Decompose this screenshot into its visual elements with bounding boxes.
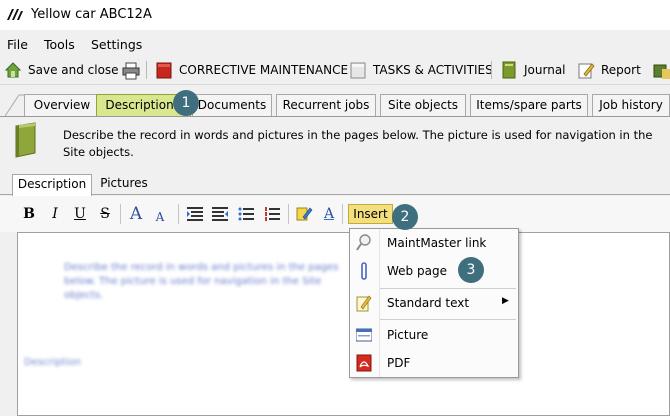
report-pencil-icon — [578, 63, 595, 79]
bold-button[interactable]: B — [20, 205, 38, 223]
highlight-color-icon[interactable] — [295, 205, 313, 223]
subtab-pictures[interactable]: Pictures — [94, 174, 154, 195]
printer-icon[interactable] — [122, 62, 140, 80]
tab-job-history[interactable]: Job history — [592, 94, 670, 116]
description-hint-text: Describe the record in words and picture… — [63, 128, 653, 159]
standard-text-icon — [356, 295, 372, 312]
menu-tools[interactable]: Tools — [44, 37, 75, 52]
insert-button[interactable]: Insert — [348, 204, 393, 224]
description-subtabs: Description Pictures — [0, 172, 670, 196]
insert-picture[interactable]: Picture — [350, 322, 518, 348]
menu-separator — [380, 319, 516, 320]
shrink-font-button[interactable]: A — [151, 208, 169, 226]
step-badge-3: 3 — [458, 257, 484, 283]
menu-settings[interactable]: Settings — [91, 37, 142, 52]
menu-separator — [380, 288, 516, 289]
tab-overview[interactable]: Overview — [24, 94, 100, 116]
insert-dropdown-menu: MaintMaster link Web page Standard text … — [349, 228, 519, 378]
report-label: Report — [601, 63, 641, 77]
format-separator — [120, 204, 121, 224]
main-toolbar: Save and close CORRECTIVE MAINTENANCE TA… — [0, 55, 670, 85]
pdf-label: PDF — [387, 356, 411, 370]
maintmaster-link-label: MaintMaster link — [387, 236, 487, 250]
picture-icon — [356, 328, 372, 342]
pdf-icon — [356, 354, 372, 372]
web-page-label: Web page — [387, 264, 447, 278]
description-editor[interactable]: Describe the record in words and picture… — [17, 232, 670, 416]
submenu-arrow-icon: ▶ — [502, 296, 509, 306]
magnifier-icon — [356, 234, 371, 251]
journal-book-icon — [502, 61, 516, 79]
bullet-list-icon[interactable] — [237, 205, 255, 223]
insert-standard-text[interactable]: Standard text ▶ — [350, 290, 518, 316]
subtab-description[interactable]: Description — [12, 174, 92, 196]
tab-site-objects[interactable]: Site objects — [380, 94, 466, 116]
insert-web-page[interactable]: Web page — [350, 258, 518, 284]
toolbar-separator — [491, 61, 492, 79]
tools-overflow-icon[interactable] — [652, 61, 670, 81]
picture-label: Picture — [387, 328, 429, 342]
corrective-maintenance-button[interactable]: CORRECTIVE MAINTENANCE — [155, 60, 348, 80]
tab-items-spare-parts[interactable]: Items/spare parts — [470, 94, 588, 116]
journal-button[interactable]: Journal — [500, 60, 566, 80]
font-color-button[interactable]: A — [320, 205, 338, 223]
green-book-icon — [15, 122, 36, 158]
tasks-activities-label: TASKS & ACTIVITIES — [373, 63, 493, 77]
description-header: Describe the record in words and picture… — [0, 118, 670, 170]
underline-button[interactable]: U — [71, 205, 89, 223]
format-separator — [178, 204, 179, 224]
italic-button[interactable]: I — [46, 205, 64, 223]
corrective-maintenance-label: CORRECTIVE MAINTENANCE — [179, 63, 349, 77]
blurred-editor-text: Describe the record in words and picture… — [64, 262, 339, 301]
app-logo-icon — [7, 9, 23, 20]
save-and-close-label: Save and close — [28, 63, 119, 77]
tasks-activities-button[interactable]: TASKS & ACTIVITIES — [349, 60, 493, 80]
gray-book-icon — [350, 62, 366, 79]
insert-pdf[interactable]: PDF — [350, 350, 518, 376]
insert-maintmaster-link[interactable]: MaintMaster link — [350, 230, 518, 256]
tab-documents[interactable]: Documents — [192, 94, 272, 116]
paperclip-icon — [361, 262, 367, 280]
report-button[interactable]: Report — [577, 60, 641, 80]
blurred-editor-caption: Description — [24, 357, 81, 368]
format-separator — [288, 204, 289, 224]
numbered-list-icon[interactable] — [263, 205, 281, 223]
save-home-icon — [4, 62, 22, 78]
step-badge-1: 1 — [173, 90, 199, 116]
format-separator — [342, 204, 343, 224]
align-left-icon[interactable] — [186, 205, 204, 223]
strikethrough-button[interactable]: S — [96, 205, 114, 223]
menu-file[interactable]: File — [7, 37, 28, 52]
align-right-icon[interactable] — [211, 205, 229, 223]
step-badge-2: 2 — [392, 204, 418, 230]
tab-recurrent-jobs[interactable]: Recurrent jobs — [276, 94, 376, 116]
title-bar: Yellow car ABC12A — [0, 0, 670, 30]
red-book-icon — [156, 62, 172, 79]
window-title: Yellow car ABC12A — [31, 7, 152, 22]
standard-text-label: Standard text — [387, 296, 470, 310]
toolbar-separator — [146, 61, 147, 79]
menu-bar: File Tools Settings — [0, 33, 670, 55]
record-tabs: Overview Description Documents Recurrent… — [0, 85, 670, 117]
save-and-close-button[interactable]: Save and close — [4, 60, 119, 80]
format-toolbar: B I U S A A A Insert — [0, 196, 670, 232]
journal-label: Journal — [524, 63, 566, 77]
grow-font-button[interactable]: A — [127, 205, 145, 223]
